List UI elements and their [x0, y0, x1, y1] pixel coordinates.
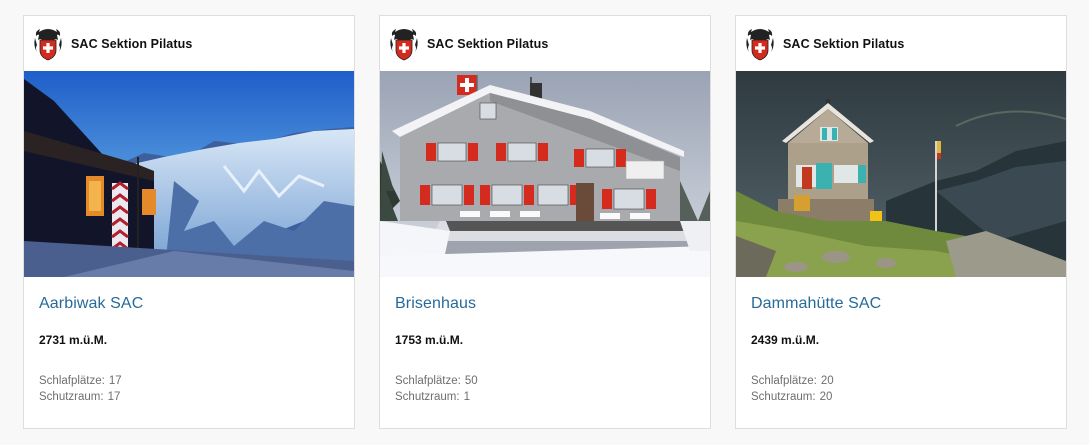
sleeping-places-value: 20 [820, 375, 834, 387]
hut-stats: Schlafplätze: 17 Schutzraum: 17 [39, 373, 339, 405]
sleeping-places-value: 50 [464, 375, 478, 387]
shelter-places: Schutzraum: 17 [39, 389, 339, 405]
card-header: SAC Sektion Pilatus [736, 16, 1066, 71]
sleeping-places-value: 17 [108, 375, 122, 387]
sleeping-places-label: Schlafplätze: [39, 375, 105, 387]
shelter-value: 20 [819, 391, 833, 403]
hut-stats: Schlafplätze: 20 Schutzraum: 20 [751, 373, 1051, 405]
card-header: SAC Sektion Pilatus [380, 16, 710, 71]
hut-card-aarbiwak[interactable]: SAC Sektion Pilatus Aarbiwak SAC 2731 m.… [23, 15, 355, 429]
hut-name-link[interactable]: Dammahütte SAC [751, 295, 881, 313]
sleeping-places: Schlafplätze: 20 [751, 373, 1051, 389]
section-name: SAC Sektion Pilatus [783, 36, 905, 51]
card-header: SAC Sektion Pilatus [24, 16, 354, 71]
hut-altitude: 2439 m.ü.M. [751, 333, 820, 347]
sac-crest-icon [34, 28, 62, 60]
hut-card-dammahuette[interactable]: SAC Sektion Pilatus Dammahütte SAC 2439 … [735, 15, 1067, 429]
sleeping-places-label: Schlafplätze: [751, 375, 817, 387]
hut-card-grid: SAC Sektion Pilatus Aarbiwak SAC 2731 m.… [0, 0, 1089, 445]
hut-photo[interactable] [380, 71, 710, 277]
hut-stats: Schlafplätze: 50 Schutzraum: 1 [395, 373, 695, 405]
sleeping-places: Schlafplätze: 17 [39, 373, 339, 389]
shelter-places: Schutzraum: 20 [751, 389, 1051, 405]
section-name: SAC Sektion Pilatus [71, 36, 193, 51]
hut-photo[interactable] [736, 71, 1066, 277]
sleeping-places-label: Schlafplätze: [395, 375, 461, 387]
sac-crest-icon [746, 28, 774, 60]
shelter-label: Schutzraum: [751, 391, 816, 403]
hut-name-link[interactable]: Brisenhaus [395, 295, 476, 313]
shelter-places: Schutzraum: 1 [395, 389, 695, 405]
hut-altitude: 2731 m.ü.M. [39, 333, 108, 347]
hut-altitude: 1753 m.ü.M. [395, 333, 464, 347]
shelter-label: Schutzraum: [39, 391, 104, 403]
hut-name-link[interactable]: Aarbiwak SAC [39, 295, 143, 313]
sleeping-places: Schlafplätze: 50 [395, 373, 695, 389]
hut-photo[interactable] [24, 71, 354, 277]
section-name: SAC Sektion Pilatus [427, 36, 549, 51]
hut-card-brisenhaus[interactable]: SAC Sektion Pilatus Brisenhaus 1753 m.ü.… [379, 15, 711, 429]
shelter-value: 17 [107, 391, 121, 403]
sac-crest-icon [390, 28, 418, 60]
shelter-label: Schutzraum: [395, 391, 460, 403]
shelter-value: 1 [463, 391, 470, 403]
